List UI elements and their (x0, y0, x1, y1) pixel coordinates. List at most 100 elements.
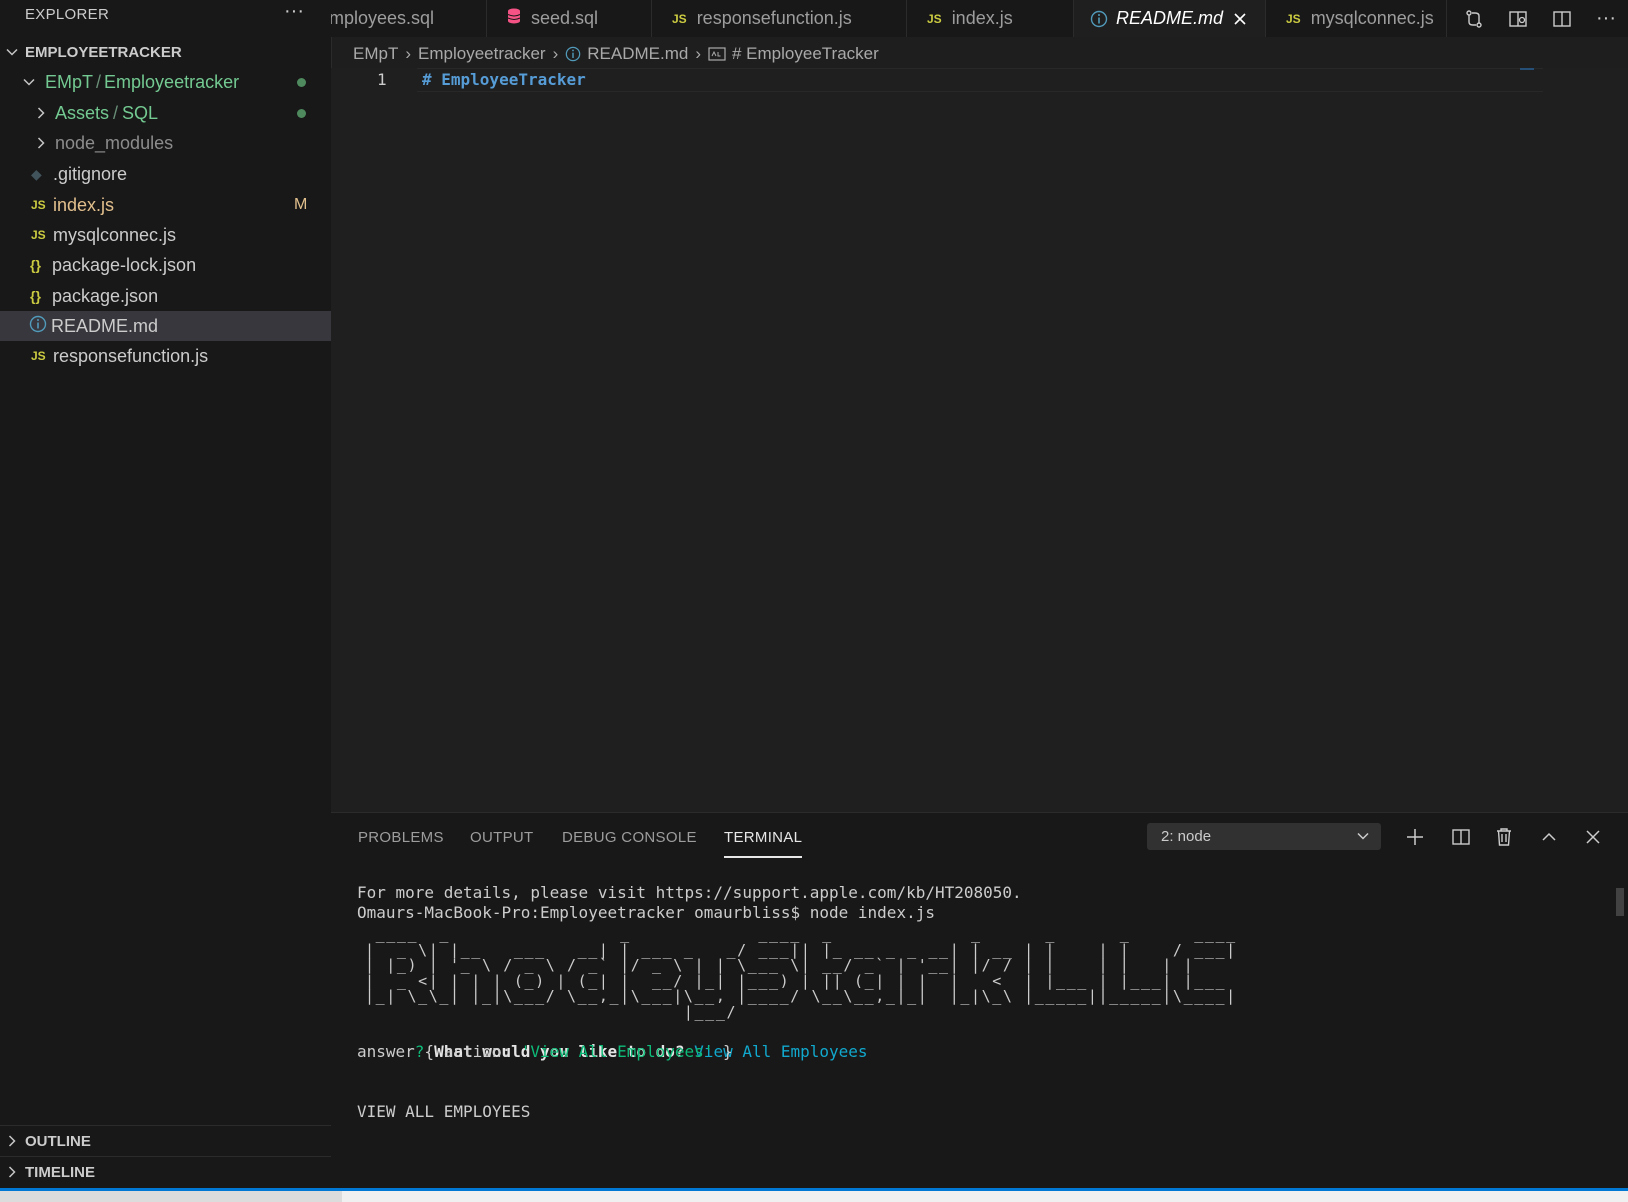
tab-output[interactable]: OUTPUT (470, 829, 533, 846)
terminal-select[interactable]: 2: node (1147, 823, 1381, 850)
close-icon[interactable] (1233, 12, 1247, 26)
git-status-dot (297, 78, 306, 87)
tab-label: seed.sql (531, 8, 599, 28)
scrollbar-indicator (1520, 68, 1534, 70)
js-file-icon: JS (672, 11, 687, 26)
terminal-scrollbar[interactable] (1616, 888, 1624, 916)
js-file-icon: JS (31, 349, 46, 363)
modified-badge: M (294, 196, 308, 213)
folder-assets-sql[interactable]: Assets / SQL (0, 98, 331, 128)
folder-label: node_modules (55, 132, 174, 153)
tab-index-js[interactable]: JS index.js (907, 0, 1074, 37)
file-index-js[interactable]: JS index.js M (0, 190, 331, 220)
file-readme-md[interactable]: README.md (0, 311, 331, 341)
git-status-dot (297, 109, 306, 118)
tab-readme-md[interactable]: README.md (1074, 0, 1266, 37)
file-label: README.md (51, 315, 159, 336)
explorer-header: EXPLORER ··· (0, 0, 331, 30)
breadcrumb-root[interactable]: EMpT (353, 44, 398, 64)
explorer-sidebar: EXPLORER ··· EMPLOYEETRACKER EMpT / Employ… (0, 0, 332, 1188)
trash-icon[interactable] (1491, 824, 1517, 850)
folder-node-modules[interactable]: node_modules (0, 128, 331, 158)
outline-section[interactable]: OUTLINE (0, 1125, 331, 1156)
bottom-panel: PROBLEMS OUTPUT DEBUG CONSOLE TERMINAL 2… (331, 812, 1628, 1189)
active-tab-underline (724, 856, 802, 858)
tab-problems[interactable]: PROBLEMS (358, 829, 444, 846)
file-responsefunction-js[interactable]: JS responsefunction.js (0, 341, 331, 371)
workspace-name: EMPLOYEETRACKER (25, 43, 182, 61)
answer-value: 'View All Employees' (520, 1042, 714, 1061)
outline-label: OUTLINE (25, 1132, 91, 1150)
maximize-panel-icon[interactable] (1536, 824, 1562, 850)
tab-label: responsefunction.js (696, 8, 852, 28)
editor-tabs: employees.sql seed.sql JS responsefuncti… (331, 0, 1628, 37)
timeline-section[interactable]: TIMELINE (0, 1156, 331, 1187)
chevron-right-icon (33, 105, 49, 121)
editor-actions: ··· (1452, 0, 1628, 37)
tab-debug-console[interactable]: DEBUG CONSOLE (562, 829, 697, 846)
timeline-label: TIMELINE (25, 1163, 95, 1181)
new-terminal-icon[interactable] (1402, 824, 1428, 850)
tab-label: README.md (1116, 8, 1224, 28)
file-label: mysqlconnec.js (53, 224, 177, 245)
info-icon (1090, 10, 1108, 28)
chevron-right-icon: › (695, 44, 701, 63)
explorer-more-actions-icon[interactable]: ··· (284, 0, 304, 23)
string-symbol-icon (708, 47, 726, 61)
breadcrumb-folder[interactable]: Employeetracker (418, 44, 546, 64)
more-actions-icon[interactable]: ··· (1584, 0, 1628, 37)
chevron-down-icon (1355, 828, 1371, 848)
close-panel-icon[interactable] (1580, 824, 1606, 850)
terminal-line: For more details, please visit https://s… (357, 883, 1022, 902)
workspace-root[interactable]: EMPLOYEETRACKER (0, 37, 331, 67)
chevron-right-icon (4, 1164, 20, 1180)
terminal-output-heading: VIEW ALL EMPLOYEES (357, 1102, 531, 1121)
js-file-icon: JS (1286, 11, 1301, 26)
split-terminal-icon[interactable] (1448, 824, 1474, 850)
tab-responsefunction-js[interactable]: JS responsefunction.js (652, 0, 907, 37)
tab-label: mysqlconnec.js (1310, 8, 1434, 28)
tab-label: index.js (951, 8, 1013, 28)
file-label: package.json (52, 285, 159, 306)
file-package-lock-json[interactable]: {} package-lock.json (0, 250, 331, 280)
chevron-down-icon (4, 44, 20, 60)
file-label: responsefunction.js (53, 345, 209, 366)
info-icon (29, 315, 51, 338)
terminal-answer-line: answer { action: 'View All Employees' } (357, 1042, 733, 1061)
folder-employeetracker[interactable]: EMpT / Employeetracker (0, 67, 331, 97)
file-label: index.js (53, 194, 115, 215)
explorer-title: EXPLORER (25, 6, 110, 23)
chevron-down-icon (21, 74, 37, 90)
file-gitignore[interactable]: ◆ .gitignore (0, 159, 331, 189)
editor-area[interactable]: 1 # EmployeeTracker (331, 68, 1628, 812)
json-file-icon: {} (30, 257, 41, 273)
breadcrumb-symbol[interactable]: # EmployeeTracker (732, 44, 879, 64)
git-file-icon: ◆ (31, 165, 42, 182)
file-mysqlconnec-js[interactable]: JS mysqlconnec.js (0, 220, 331, 250)
chevron-right-icon: › (552, 44, 559, 63)
split-editor-icon[interactable] (1540, 0, 1584, 37)
chevron-right-icon: › (405, 44, 412, 63)
json-file-icon: {} (30, 288, 41, 304)
file-label: package-lock.json (52, 254, 197, 275)
tab-seed-sql[interactable]: seed.sql (487, 0, 652, 37)
file-package-json[interactable]: {} package.json (0, 281, 331, 311)
js-file-icon: JS (31, 228, 46, 242)
js-file-icon: JS (927, 11, 942, 26)
current-line-highlight (417, 68, 1543, 92)
folder-label: EMpT / Employeetracker (45, 71, 240, 92)
tab-employees-sql[interactable]: employees.sql (331, 0, 487, 37)
chevron-right-icon (4, 1133, 20, 1149)
info-icon (565, 46, 581, 62)
tab-terminal[interactable]: TERMINAL (724, 829, 802, 846)
breadcrumb-file[interactable]: README.md (587, 44, 688, 64)
terminal-output[interactable]: For more details, please visit https://s… (357, 883, 1597, 1122)
open-preview-icon[interactable] (1496, 0, 1540, 37)
js-file-icon: JS (31, 198, 46, 212)
code-line[interactable]: # EmployeeTracker (422, 70, 586, 89)
line-number: 1 (377, 70, 387, 89)
tab-mysqlconnec-js[interactable]: JS mysqlconnec.js (1266, 0, 1447, 37)
compare-changes-icon[interactable] (1452, 0, 1496, 37)
ascii-art-banner: ____ _ _ ____ _ _ _ _ ____ | _ \| |__ __… (365, 925, 1237, 1021)
terminal-command-line: Omaurs-MacBook-Pro:Employeetracker omaur… (357, 903, 935, 922)
